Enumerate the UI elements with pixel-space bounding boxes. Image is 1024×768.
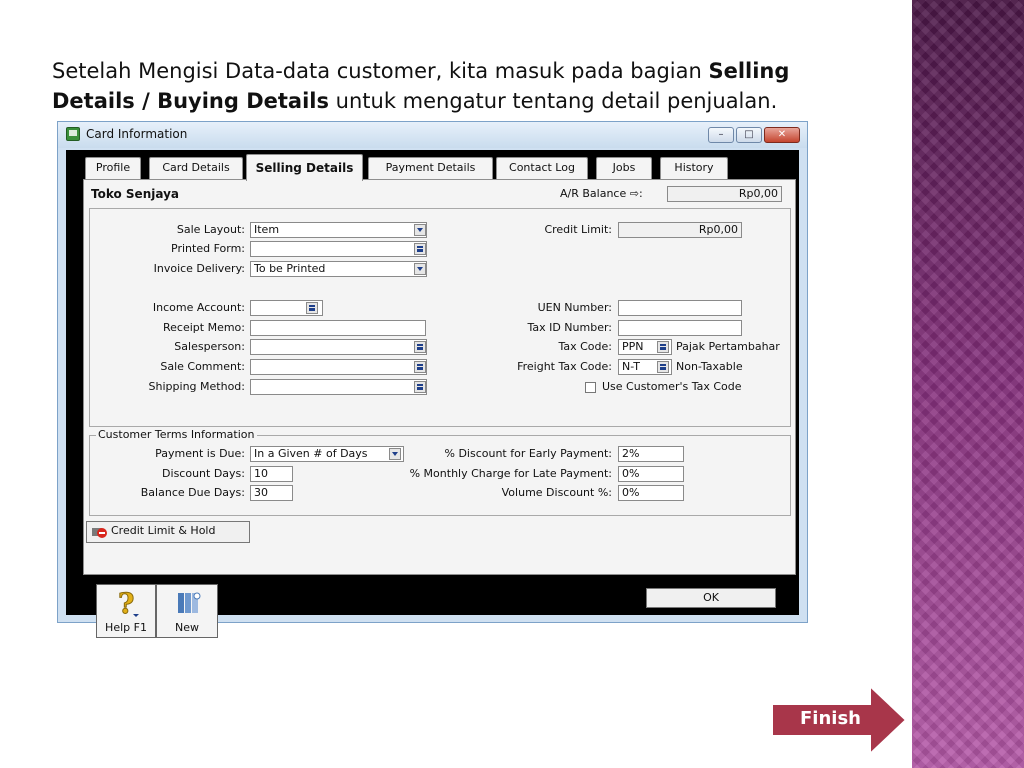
selling-details-group bbox=[89, 208, 791, 427]
chevron-down-icon[interactable] bbox=[414, 224, 426, 236]
sale-comment-field[interactable] bbox=[250, 359, 427, 375]
tab-history[interactable]: History bbox=[660, 157, 728, 179]
freight-tax-code-label: Freight Tax Code: bbox=[517, 360, 612, 373]
tab-profile[interactable]: Profile bbox=[85, 157, 141, 179]
finish-label: Finish bbox=[800, 708, 861, 729]
chevron-down-icon[interactable] bbox=[389, 448, 401, 460]
close-button[interactable]: ✕ bbox=[764, 127, 800, 143]
chevron-down-icon[interactable] bbox=[414, 263, 426, 275]
window-title: Card Information bbox=[86, 127, 188, 141]
late-payment-input[interactable]: 0% bbox=[618, 466, 684, 482]
help-question-icon: ? bbox=[118, 589, 139, 619]
credit-limit-value: Rp0,00 bbox=[618, 222, 742, 238]
new-button-label: New bbox=[175, 621, 199, 634]
salesperson-field[interactable] bbox=[250, 339, 427, 355]
new-button[interactable]: New bbox=[156, 584, 218, 638]
slide-intro-text: Setelah Mengisi Data-data customer, kita… bbox=[52, 56, 872, 116]
freight-tax-code-value: N-T bbox=[622, 360, 640, 373]
selling-details-panel: Toko Senjaya A/R Balance ⇨: Rp0,00 Sale … bbox=[83, 179, 796, 575]
shipping-method-field[interactable] bbox=[250, 379, 427, 395]
use-customer-tax-checkbox[interactable] bbox=[585, 382, 596, 393]
ok-button[interactable]: OK bbox=[646, 588, 776, 608]
window-client-area: Profile Card Details Selling Details Pay… bbox=[66, 150, 799, 638]
list-lookup-icon[interactable] bbox=[657, 341, 669, 353]
shipping-method-label: Shipping Method: bbox=[148, 380, 245, 393]
tax-code-description: Pajak Pertambahar bbox=[676, 340, 780, 353]
sale-comment-label: Sale Comment: bbox=[160, 360, 245, 373]
tab-payment-details[interactable]: Payment Details bbox=[368, 157, 493, 179]
intro-text-end: untuk mengatur tentang detail penjualan. bbox=[329, 89, 778, 113]
intro-text-start: Setelah Mengisi Data-data customer, kita… bbox=[52, 59, 709, 83]
freight-tax-code-description: Non-Taxable bbox=[676, 360, 743, 373]
card-information-window: Card Information – □ ✕ Profile Card Deta… bbox=[57, 121, 808, 638]
income-account-label: Income Account: bbox=[152, 301, 245, 314]
finish-arrow-button[interactable]: Finish bbox=[770, 683, 908, 757]
income-account-field[interactable] bbox=[250, 300, 323, 316]
early-payment-input[interactable]: 2% bbox=[618, 446, 684, 462]
tax-code-value: PPN bbox=[622, 340, 644, 353]
ar-balance-label: A/R Balance ⇨: bbox=[560, 187, 643, 200]
printed-form-label: Printed Form: bbox=[171, 242, 245, 255]
list-lookup-icon[interactable] bbox=[306, 302, 318, 314]
tax-code-label: Tax Code: bbox=[558, 340, 612, 353]
sale-layout-value: Item bbox=[254, 223, 280, 236]
help-button[interactable]: ? Help F1 bbox=[96, 584, 156, 638]
volume-discount-label: Volume Discount %: bbox=[501, 486, 612, 499]
uen-number-label: UEN Number: bbox=[537, 301, 612, 314]
list-lookup-icon[interactable] bbox=[414, 341, 426, 353]
minimize-button[interactable]: – bbox=[708, 127, 734, 143]
sale-layout-label: Sale Layout: bbox=[176, 223, 245, 236]
credit-limit-hold-button[interactable]: Credit Limit & Hold bbox=[86, 521, 250, 543]
customer-name: Toko Senjaya bbox=[91, 187, 180, 201]
payment-due-label: Payment is Due: bbox=[155, 447, 245, 460]
use-customer-tax-label[interactable]: Use Customer's Tax Code bbox=[602, 380, 742, 393]
balance-due-days-label: Balance Due Days: bbox=[140, 486, 245, 499]
list-lookup-icon[interactable] bbox=[414, 243, 426, 255]
receipt-memo-label: Receipt Memo: bbox=[163, 321, 245, 334]
freight-tax-code-field[interactable]: N-T bbox=[618, 359, 672, 375]
tab-contact-log[interactable]: Contact Log bbox=[496, 157, 588, 179]
tax-code-field[interactable]: PPN bbox=[618, 339, 672, 355]
volume-discount-input[interactable]: 0% bbox=[618, 485, 684, 501]
close-icon: ✕ bbox=[777, 129, 787, 140]
discount-days-label: Discount Days: bbox=[162, 467, 245, 480]
sale-layout-select[interactable]: Item bbox=[250, 222, 427, 238]
tab-jobs[interactable]: Jobs bbox=[596, 157, 652, 179]
stop-hand-icon bbox=[92, 528, 107, 538]
list-lookup-icon[interactable] bbox=[657, 361, 669, 373]
new-card-icon bbox=[178, 592, 201, 613]
decorative-side-band bbox=[912, 0, 1024, 768]
late-payment-label: % Monthly Charge for Late Payment: bbox=[409, 467, 612, 480]
ar-balance-value: Rp0,00 bbox=[667, 186, 782, 202]
salesperson-label: Salesperson: bbox=[174, 340, 245, 353]
help-button-label: Help F1 bbox=[105, 621, 147, 634]
invoice-delivery-label: Invoice Delivery: bbox=[153, 262, 245, 275]
card-file-icon bbox=[66, 127, 80, 141]
credit-limit-hold-label: Credit Limit & Hold bbox=[111, 524, 216, 537]
invoice-delivery-select[interactable]: To be Printed bbox=[250, 261, 427, 277]
minimize-icon: – bbox=[718, 129, 724, 140]
uen-number-input[interactable] bbox=[618, 300, 742, 316]
receipt-memo-input[interactable] bbox=[250, 320, 426, 336]
balance-due-days-input[interactable]: 30 bbox=[250, 485, 293, 501]
payment-due-select[interactable]: In a Given # of Days bbox=[250, 446, 404, 462]
tab-card-details[interactable]: Card Details bbox=[149, 157, 243, 179]
tax-id-input[interactable] bbox=[618, 320, 742, 336]
window-titlebar[interactable]: Card Information – □ ✕ bbox=[58, 122, 807, 148]
credit-limit-label: Credit Limit: bbox=[544, 223, 612, 236]
discount-days-input[interactable]: 10 bbox=[250, 466, 293, 482]
svg-text:?: ? bbox=[118, 589, 134, 619]
customer-terms-title: Customer Terms Information bbox=[96, 428, 257, 441]
early-payment-label: % Discount for Early Payment: bbox=[444, 447, 613, 460]
printed-form-field[interactable] bbox=[250, 241, 427, 257]
invoice-delivery-value: To be Printed bbox=[254, 262, 326, 275]
list-lookup-icon[interactable] bbox=[414, 361, 426, 373]
list-lookup-icon[interactable] bbox=[414, 381, 426, 393]
tab-selling-details[interactable]: Selling Details bbox=[246, 154, 363, 181]
maximize-button[interactable]: □ bbox=[736, 127, 762, 143]
maximize-icon: □ bbox=[744, 129, 754, 140]
tax-id-label: Tax ID Number: bbox=[527, 321, 612, 334]
payment-due-value: In a Given # of Days bbox=[254, 447, 368, 460]
